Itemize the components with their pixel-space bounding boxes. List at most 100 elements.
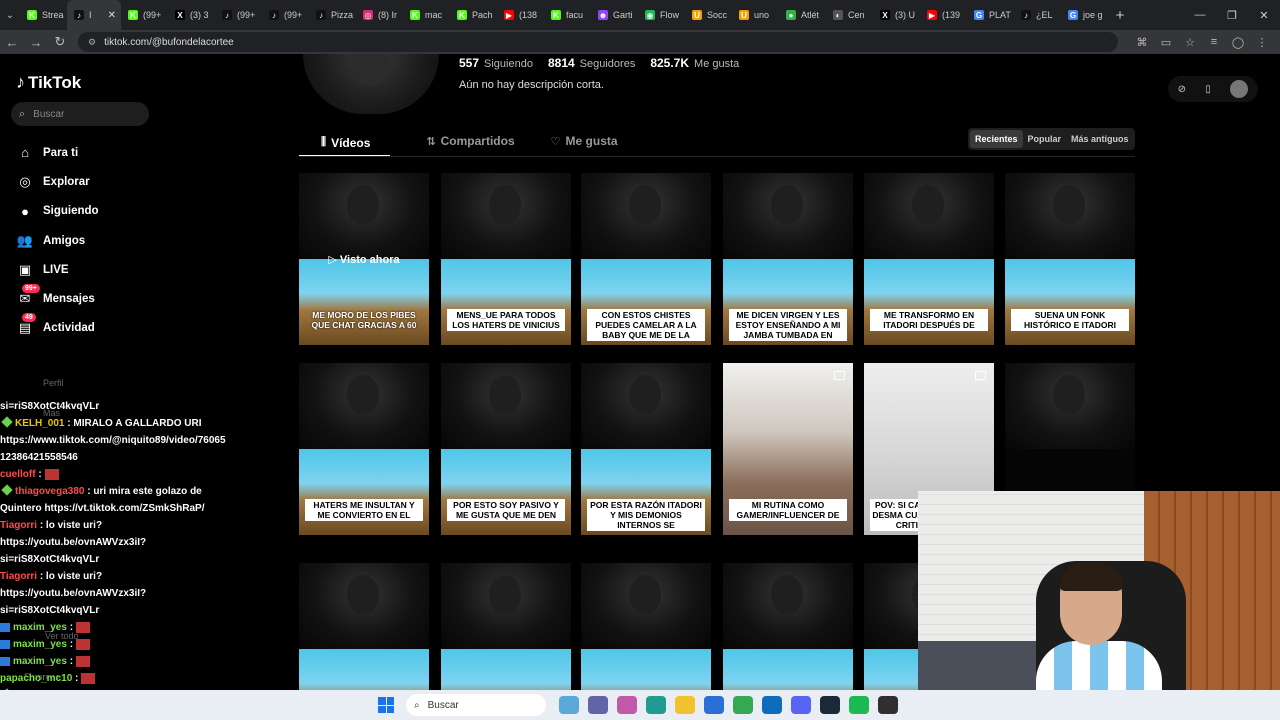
taskbar-search[interactable]: ⌕ Buscar xyxy=(406,694,546,716)
browser-tab[interactable]: K Pach xyxy=(450,0,497,30)
browser-tab[interactable]: G PLAT xyxy=(967,0,1014,30)
video-thumbnail[interactable]: CON ESTOS CHISTES PUEDES CAMELAR A LA BA… xyxy=(581,173,711,345)
chat-line: Tiagorri : lo viste uri? xyxy=(0,517,300,534)
video-thumbnail[interactable] xyxy=(581,563,711,690)
obs-icon[interactable] xyxy=(877,696,898,714)
dolphin-widget-icon[interactable] xyxy=(558,696,579,714)
browser-tab[interactable]: ♪ (99+ xyxy=(262,0,309,30)
search-input[interactable]: ⌕ Buscar xyxy=(11,102,149,126)
sidebar-item-para-ti[interactable]: ⌂ Para ti xyxy=(16,138,99,167)
spotify-icon[interactable] xyxy=(848,696,869,714)
sidebar-item-mensajes[interactable]: ✉ 99+ Mensajes xyxy=(16,284,99,313)
browser-tab[interactable]: ◉ Flow xyxy=(638,0,685,30)
minimize-icon[interactable]: — xyxy=(1184,9,1216,22)
browser-tab[interactable]: ♪ Pizza xyxy=(309,0,356,30)
video-thumbnail[interactable] xyxy=(299,563,429,690)
video-thumbnail[interactable] xyxy=(441,563,571,690)
menu-icon[interactable]: ⋮ xyxy=(1250,36,1274,49)
chrome-icon[interactable] xyxy=(732,696,753,714)
browser-tab[interactable]: U Socc xyxy=(685,0,732,30)
url-field[interactable]: ⚙ tiktok.com/@bufondelacortee xyxy=(78,32,1118,52)
site-info-icon[interactable]: ⚙ xyxy=(88,37,96,48)
browser-tab[interactable]: ▶ (138 xyxy=(497,0,544,30)
user-avatar[interactable] xyxy=(1230,80,1249,98)
tiktok-logo[interactable]: ♪ TikTok xyxy=(16,72,81,93)
browser-tab[interactable]: Kmac xyxy=(403,0,450,30)
chat-emote-icon xyxy=(76,655,91,667)
video-thumbnail[interactable]: POR ESTA RAZÓN ITADORI Y MIS DEMONIOS IN… xyxy=(581,363,711,535)
store-icon[interactable] xyxy=(703,696,724,714)
chat-emote-icon xyxy=(76,638,91,650)
browser-tab[interactable]: ♪ (99+ xyxy=(215,0,262,30)
tab-favicon-icon: G xyxy=(1068,10,1078,20)
browser-tab[interactable]: X (3) 3 xyxy=(168,0,215,30)
forward-icon[interactable]: → xyxy=(24,35,48,50)
browser-tab[interactable]: ☻ Garti xyxy=(591,0,638,30)
browser-tab[interactable]: Kfacu xyxy=(544,0,591,30)
tab-close-icon[interactable]: ✕ xyxy=(108,10,116,21)
account-icon[interactable]: ◯ xyxy=(1226,36,1250,49)
video-thumbnail[interactable]: MI RUTINA COMO GAMER/INFLUENCER DE xyxy=(723,363,853,535)
copilot-icon[interactable] xyxy=(616,696,637,714)
teams-icon[interactable] xyxy=(587,696,608,714)
video-thumbnail[interactable]: SUENA UN FONK HISTÓRICO E ITADORI xyxy=(1005,173,1135,345)
sidebar-item-actividad[interactable]: ▤ 49 Actividad xyxy=(16,313,99,343)
sort-option[interactable]: Recientes xyxy=(970,130,1023,148)
close-window-icon[interactable]: ✕ xyxy=(1248,9,1280,22)
sidebar-item-siguiendo[interactable]: ● Siguiendo xyxy=(16,197,99,226)
chat-line: thiagovega380 : uri mira este golazo de xyxy=(0,483,300,500)
edge-icon[interactable] xyxy=(645,696,666,714)
steam-icon[interactable] xyxy=(819,696,840,714)
following-label[interactable]: Siguiendo xyxy=(484,58,533,70)
browser-tab[interactable]: ◐ Cen xyxy=(826,0,873,30)
media-icon[interactable]: ≡ xyxy=(1202,36,1226,49)
video-thumbnail[interactable]: MENS_UE PARA TODOS LOS HATERS DE VINICIU… xyxy=(441,173,571,345)
file-explorer-icon[interactable] xyxy=(674,696,695,714)
browser-tab[interactable]: Gjoe g xyxy=(1061,0,1108,30)
browser-tab[interactable]: Uuno xyxy=(732,0,779,30)
browser-tab[interactable]: ● Atlét xyxy=(779,0,826,30)
outlook-icon[interactable] xyxy=(761,696,782,714)
tab-vídeos[interactable]: ⫼ Vídeos xyxy=(299,130,391,157)
sort-option[interactable]: Popular xyxy=(1023,130,1067,148)
followers-label[interactable]: Seguidores xyxy=(580,58,636,70)
chat-line: maxim_yes : xyxy=(0,653,300,670)
tab-favicon-icon: ◎ xyxy=(363,10,373,20)
browser-tab[interactable]: K Strea xyxy=(20,0,67,30)
new-tab-button[interactable]: + xyxy=(1108,7,1132,24)
windows-start-icon[interactable] xyxy=(378,697,394,713)
tab-list-icon[interactable]: ⌄ xyxy=(0,0,20,30)
back-icon[interactable]: ← xyxy=(0,35,24,50)
sidebar-item-explorar[interactable]: ◎ Explorar xyxy=(16,167,99,196)
bookmark-star-icon[interactable]: ☆ xyxy=(1178,36,1202,49)
chat-username: maxim_yes xyxy=(13,639,67,650)
browser-tab[interactable]: ◎ (8) Ir xyxy=(356,0,403,30)
video-thumbnail[interactable]: POR ESTO SOY PASIVO Y ME GUSTA QUE ME DE… xyxy=(441,363,571,535)
cast-icon[interactable]: ▭ xyxy=(1154,36,1178,49)
reload-icon[interactable]: ↻ xyxy=(48,34,72,50)
browser-tab[interactable]: X (3) U xyxy=(873,0,920,30)
browser-tab[interactable]: ♪ ¿EL xyxy=(1014,0,1061,30)
browser-tab[interactable]: K (99+ xyxy=(121,0,168,30)
coins-icon[interactable]: ⊘ xyxy=(1178,84,1186,95)
sidebar-item-live[interactable]: ▣ LIVE xyxy=(16,255,99,284)
restore-icon[interactable]: ❐ xyxy=(1216,9,1248,22)
sidebar-item-amigos[interactable]: 👥 Amigos xyxy=(16,226,99,255)
video-thumbnail[interactable]: ME DICEN VIRGEN Y LES ESTOY ENSEÑANDO A … xyxy=(723,173,853,345)
tab-compartidos[interactable]: ⇅ Compartidos xyxy=(426,130,514,152)
chat-username: KELH_001 xyxy=(15,418,65,429)
device-icon[interactable]: ▯ xyxy=(1205,84,1211,95)
thumbnail-webcam xyxy=(581,363,711,449)
tab-favicon-icon: ▶ xyxy=(927,10,937,20)
translate-icon[interactable]: ⌘ xyxy=(1130,36,1154,49)
browser-tab[interactable]: ♪ I ✕ xyxy=(67,0,121,30)
discord-icon[interactable] xyxy=(790,696,811,714)
tab-favicon-icon: K xyxy=(410,10,420,20)
sort-option[interactable]: Más antiguos xyxy=(1066,130,1134,148)
video-thumbnail[interactable]: ME TRANSFORMO EN ITADORI DESPUÉS DE xyxy=(864,173,994,345)
tab-me-gusta[interactable]: ♡ Me gusta xyxy=(551,130,618,152)
video-thumbnail[interactable]: ▷ Visto ahora ME MORO DE LOS PIBES QUE CH… xyxy=(299,173,429,345)
video-thumbnail[interactable]: GRADUADO DN FP xyxy=(723,563,853,690)
browser-tab[interactable]: ▶ (139 xyxy=(920,0,967,30)
video-thumbnail[interactable]: HATERS ME INSULTAN Y ME CONVIERTO EN EL xyxy=(299,363,429,535)
